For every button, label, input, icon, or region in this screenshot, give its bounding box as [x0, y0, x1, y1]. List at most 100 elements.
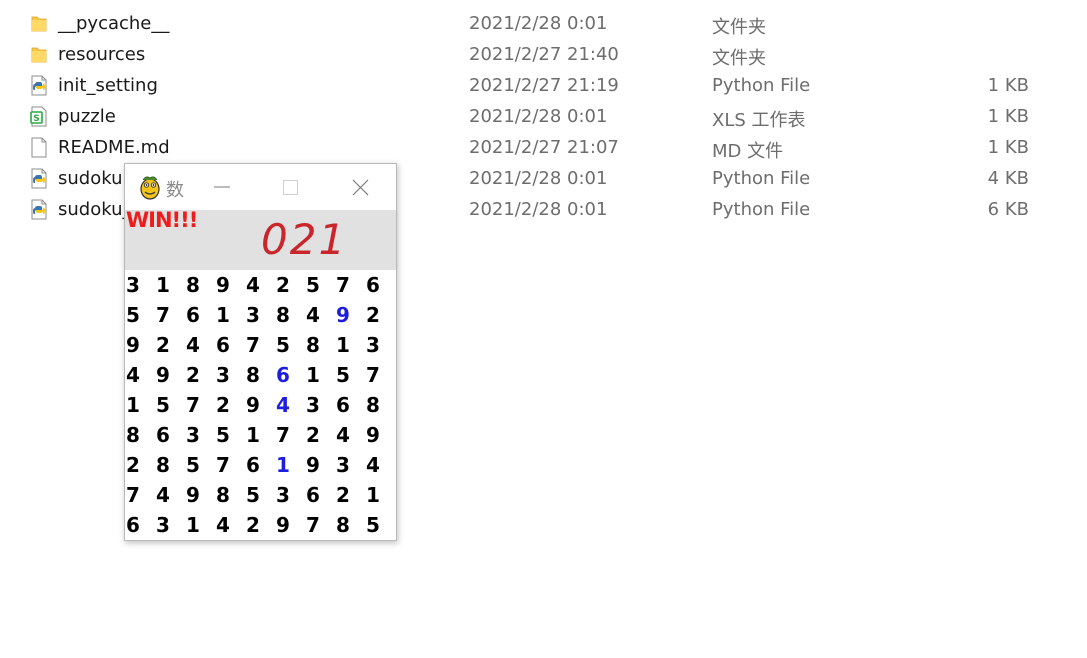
sudoku-cell[interactable]: 6	[336, 390, 366, 420]
minimize-button[interactable]	[198, 164, 244, 210]
window-title: 数	[166, 180, 184, 201]
sudoku-cell[interactable]: 7	[306, 510, 336, 540]
sudoku-cell[interactable]: 9	[276, 510, 306, 540]
sudoku-cell[interactable]: 3	[156, 510, 186, 540]
sudoku-cell[interactable]: 9	[366, 420, 396, 450]
sudoku-cell[interactable]: 1	[186, 510, 216, 540]
sudoku-cell[interactable]: 6	[306, 480, 336, 510]
sudoku-cell[interactable]: 6	[156, 420, 186, 450]
sudoku-cell[interactable]: 3	[336, 450, 366, 480]
sudoku-cell[interactable]: 3	[246, 300, 276, 330]
sudoku-cell[interactable]: 9	[246, 390, 276, 420]
sudoku-cell[interactable]: 4	[216, 510, 246, 540]
sudoku-cell-user[interactable]: 6	[276, 360, 306, 390]
sudoku-cell-user[interactable]: 4	[276, 390, 306, 420]
file-date: 2021/2/27 21:19	[469, 75, 619, 96]
sudoku-cell[interactable]: 3	[366, 330, 396, 360]
sudoku-cell[interactable]: 3	[306, 390, 336, 420]
sudoku-cell[interactable]: 2	[126, 450, 156, 480]
sudoku-cell[interactable]: 5	[156, 390, 186, 420]
win-status-text: WIN!!!	[126, 208, 198, 232]
sudoku-cell[interactable]: 1	[246, 420, 276, 450]
sudoku-cell[interactable]: 1	[366, 480, 396, 510]
sudoku-cell[interactable]: 7	[246, 330, 276, 360]
sudoku-cell[interactable]: 4	[156, 480, 186, 510]
sudoku-cell[interactable]: 6	[216, 330, 246, 360]
sudoku-cell[interactable]: 9	[156, 360, 186, 390]
sudoku-cell[interactable]: 4	[366, 450, 396, 480]
sudoku-cell[interactable]: 2	[366, 300, 396, 330]
sudoku-cell[interactable]: 8	[306, 330, 336, 360]
file-date: 2021/2/28 0:01	[469, 168, 608, 189]
sudoku-cell[interactable]: 2	[246, 510, 276, 540]
sudoku-cell[interactable]: 8	[366, 390, 396, 420]
sudoku-cell[interactable]: 2	[156, 330, 186, 360]
sudoku-cell[interactable]: 2	[186, 360, 216, 390]
sudoku-cell-user[interactable]: 1	[276, 450, 306, 480]
sudoku-cell[interactable]: 7	[156, 300, 186, 330]
sudoku-cell[interactable]: 5	[336, 360, 366, 390]
sudoku-cell[interactable]: 1	[306, 360, 336, 390]
sudoku-cell[interactable]: 2	[306, 420, 336, 450]
sudoku-cell[interactable]: 8	[276, 300, 306, 330]
sudoku-cell[interactable]: 8	[126, 420, 156, 450]
sudoku-window[interactable]: 数 WIN!!! 021 3189425765761 3 8 4 9 2 9 2…	[124, 163, 397, 541]
sudoku-cell[interactable]: 5	[276, 330, 306, 360]
file-row[interactable]: S puzzle 2021/2/28 0:01 XLS 工作表 1 KB	[0, 101, 1087, 132]
sudoku-cell[interactable]: 9	[216, 270, 246, 300]
file-row[interactable]: resources 2021/2/27 21:40 文件夹	[0, 39, 1087, 70]
sudoku-cell[interactable]: 1	[126, 390, 156, 420]
file-row[interactable]: README.md 2021/2/27 21:07 MD 文件 1 KB	[0, 132, 1087, 163]
sudoku-cell[interactable]: 5	[216, 420, 246, 450]
sudoku-cell[interactable]: 2	[276, 270, 306, 300]
sudoku-cell[interactable]: 3	[186, 420, 216, 450]
sudoku-cell[interactable]: 5	[246, 480, 276, 510]
sudoku-cell[interactable]: 5	[186, 450, 216, 480]
sudoku-cell[interactable]: 4	[126, 360, 156, 390]
sudoku-cell[interactable]: 2	[336, 480, 366, 510]
file-row[interactable]: __pycache__ 2021/2/28 0:01 文件夹	[0, 8, 1087, 39]
maximize-button[interactable]	[267, 164, 313, 210]
sudoku-cell[interactable]: 8	[186, 270, 216, 300]
sudoku-cell[interactable]: 6	[246, 450, 276, 480]
sudoku-cell[interactable]: 7	[216, 450, 246, 480]
sudoku-cell[interactable]: 5	[366, 510, 396, 540]
sudoku-cell[interactable]: 4	[336, 420, 366, 450]
sudoku-cell[interactable]: 8	[156, 450, 186, 480]
sudoku-cell-user[interactable]: 9	[336, 300, 366, 330]
sudoku-cell[interactable]: 4	[246, 270, 276, 300]
sudoku-cell[interactable]: 7	[126, 480, 156, 510]
sudoku-cell[interactable]: 9	[186, 480, 216, 510]
sudoku-cell[interactable]: 9	[306, 450, 336, 480]
file-name: sudoku	[58, 168, 123, 189]
sudoku-cell[interactable]: 3	[216, 360, 246, 390]
sudoku-cell[interactable]: 1	[216, 300, 246, 330]
file-size: 1 KB	[987, 106, 1029, 127]
sudoku-cell[interactable]: 6	[186, 300, 216, 330]
title-bar[interactable]: 数	[125, 164, 396, 210]
close-button[interactable]	[337, 164, 383, 210]
sudoku-cell[interactable]: 7	[186, 390, 216, 420]
sudoku-cell[interactable]: 7	[276, 420, 306, 450]
sudoku-cell[interactable]: 6	[366, 270, 396, 300]
sudoku-cell[interactable]: 7	[366, 360, 396, 390]
sudoku-cell[interactable]: 3	[126, 270, 156, 300]
sudoku-cell[interactable]: 5	[306, 270, 336, 300]
sudoku-cell[interactable]: 5	[126, 300, 156, 330]
sudoku-cell[interactable]: 8	[216, 480, 246, 510]
sudoku-cell[interactable]: 9	[126, 330, 156, 360]
sudoku-cell[interactable]: 1	[156, 270, 186, 300]
file-row[interactable]: init_setting 2021/2/27 21:19 Python File…	[0, 70, 1087, 101]
sudoku-cell[interactable]: 1	[336, 330, 366, 360]
sudoku-cell[interactable]: 4	[306, 300, 336, 330]
sudoku-cell[interactable]: 2	[216, 390, 246, 420]
sudoku-cell[interactable]: 6	[126, 510, 156, 540]
sudoku-cell[interactable]: 8	[246, 360, 276, 390]
sudoku-cell[interactable]: 4	[186, 330, 216, 360]
sudoku-cell[interactable]: 3	[276, 480, 306, 510]
sudoku-grid[interactable]: 3189425765761384929246758134923861571572…	[125, 270, 396, 540]
file-name: sudoku_	[58, 199, 132, 220]
sudoku-cell[interactable]: 7	[336, 270, 366, 300]
file-name: __pycache__	[58, 13, 170, 34]
sudoku-cell[interactable]: 8	[336, 510, 366, 540]
